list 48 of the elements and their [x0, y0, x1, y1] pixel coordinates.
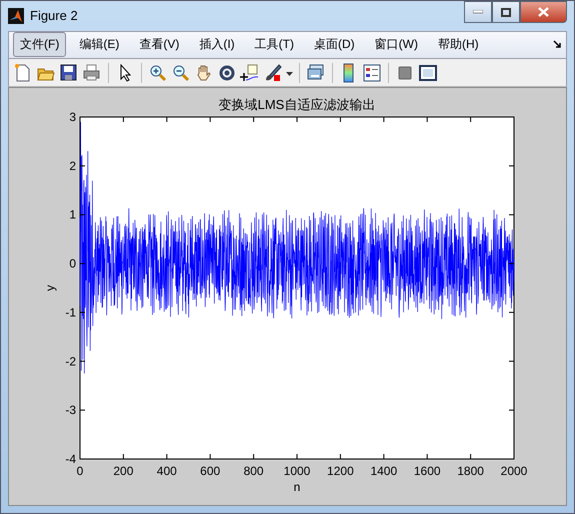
menu-item[interactable]: 工具(T): [248, 32, 301, 58]
menu-item[interactable]: 文件(F): [13, 32, 66, 58]
tick-label: 1200: [327, 464, 354, 478]
tick-label: 400: [156, 464, 177, 478]
tick-label: -1: [65, 305, 76, 320]
tick-label: -4: [65, 452, 76, 466]
tick-label: 2000: [500, 464, 528, 478]
close-button[interactable]: [520, 1, 567, 23]
menu-item[interactable]: 插入(I): [192, 32, 242, 58]
minimize-button[interactable]: [464, 1, 492, 23]
tick-label: 1800: [457, 464, 484, 478]
menu-item[interactable]: 桌面(D): [306, 32, 362, 58]
close-icon: [538, 7, 549, 17]
maximize-button[interactable]: [492, 1, 520, 23]
app-logo-icon: [8, 8, 24, 24]
tick-label: 3: [69, 110, 76, 124]
tick-label: -2: [65, 354, 76, 368]
tick-label: 0: [76, 464, 84, 478]
tick-label: 1000: [284, 464, 310, 478]
tick-label: 600: [200, 464, 220, 478]
tick-label: 200: [113, 464, 134, 478]
tick-label: 0: [69, 256, 76, 271]
panel-icon[interactable]: [418, 62, 438, 83]
rotate-icon[interactable]: [217, 62, 237, 83]
axis-label: n: [294, 480, 300, 494]
save-icon[interactable]: [59, 62, 79, 83]
tick-label: 1400: [370, 464, 398, 478]
minimize-icon: [473, 10, 483, 14]
tick-label: 800: [244, 464, 264, 478]
tick-label: 1: [69, 208, 76, 222]
axis-label: y: [43, 284, 57, 291]
data-cursor-icon[interactable]: [240, 62, 260, 83]
menu-item[interactable]: 帮助(H): [430, 32, 486, 58]
menu-item[interactable]: 窗口(W): [368, 32, 425, 58]
legend-icon[interactable]: [362, 62, 382, 83]
tick-label: 2: [69, 158, 76, 173]
dock-arrow-icon[interactable]: [553, 40, 562, 50]
print-icon[interactable]: [82, 62, 102, 83]
maximize-icon: [501, 8, 511, 16]
tick-label: -3: [65, 403, 76, 418]
chart-title: 变换域LMS自适应滤波输出: [218, 96, 376, 112]
window-title: Figure 2: [30, 8, 79, 24]
brush-icon[interactable]: [263, 62, 283, 83]
zoom-in-icon[interactable]: [148, 62, 168, 83]
menu-item[interactable]: 编辑(E): [72, 32, 126, 58]
zoom-out-icon[interactable]: [171, 62, 191, 83]
menu-item[interactable]: 查看(V): [132, 32, 186, 58]
tick-label: 1600: [414, 464, 441, 478]
